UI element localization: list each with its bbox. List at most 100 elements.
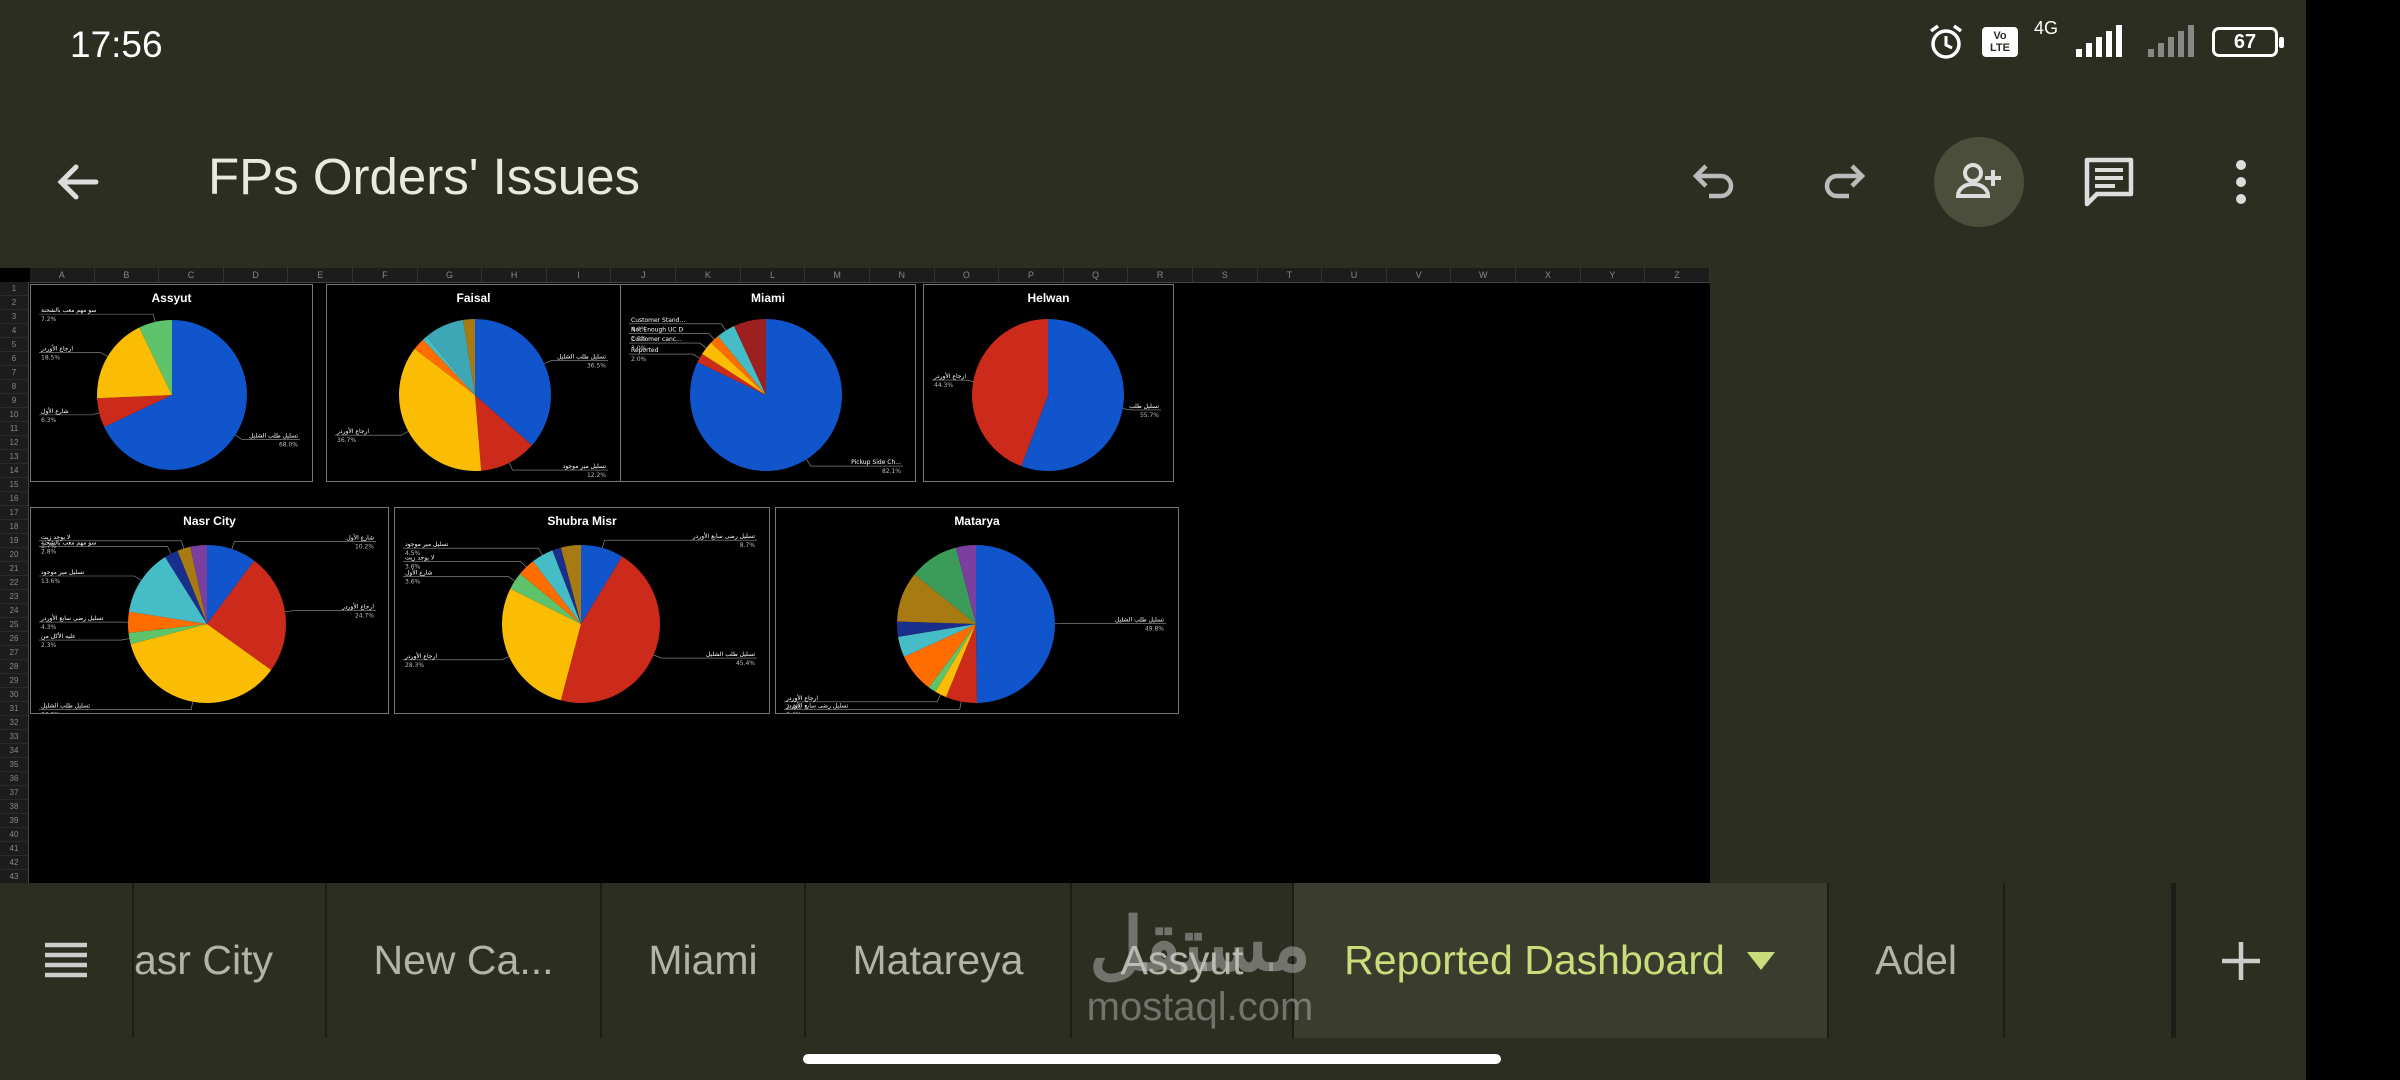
row-header[interactable]: 26 [0,632,28,646]
column-header[interactable]: X [1516,268,1581,282]
column-header[interactable]: M [805,268,870,282]
row-header[interactable]: 22 [0,576,28,590]
home-gesture-bar[interactable] [803,1054,1501,1064]
row-header[interactable]: 11 [0,422,28,436]
chart-assyut[interactable]: Assyut تسليل طلب الشليل 68.0% شارع الأول 6.… [30,284,313,482]
document-title[interactable]: FPs Orders' Issues [208,147,640,206]
column-header[interactable]: N [870,268,935,282]
row-header[interactable]: 6 [0,352,28,366]
column-header[interactable]: Z [1645,268,1710,282]
tab-miami[interactable]: Miami [602,883,806,1038]
row-header[interactable]: 19 [0,534,28,548]
column-header[interactable]: Y [1581,268,1646,282]
tab-new-cairo[interactable]: New Ca... [327,883,602,1038]
row-header[interactable]: 23 [0,590,28,604]
undo-button[interactable] [1668,137,1758,227]
add-sheet-button[interactable] [2173,883,2306,1038]
row-header[interactable]: 5 [0,338,28,352]
tab-adel[interactable]: Adel [1829,883,2005,1038]
tab-nasr-city[interactable]: asr City [134,883,327,1038]
chart-miami[interactable]: Miami Pickup Side Ch... 82.1% Reported 2.0%… [620,284,916,482]
row-header[interactable]: 28 [0,660,28,674]
column-header[interactable]: T [1258,268,1323,282]
column-header[interactable]: S [1193,268,1258,282]
row-header[interactable]: 33 [0,730,28,744]
row-header[interactable]: 16 [0,492,28,506]
row-header[interactable]: 9 [0,394,28,408]
column-header[interactable]: B [95,268,160,282]
row-header[interactable]: 27 [0,646,28,660]
dropdown-arrow-icon[interactable] [1745,950,1777,972]
row-header[interactable]: 13 [0,450,28,464]
row-header[interactable]: 20 [0,548,28,562]
row-header[interactable]: 38 [0,800,28,814]
column-header[interactable]: R [1128,268,1193,282]
column-header[interactable]: F [353,268,418,282]
all-sheets-button[interactable] [0,883,134,1038]
redo-button[interactable] [1800,137,1890,227]
row-header[interactable]: 42 [0,856,28,870]
column-header[interactable]: J [611,268,677,282]
column-header[interactable]: C [159,268,224,282]
slice-label: Pickup Side Ch... [851,459,901,466]
row-header[interactable]: 3 [0,310,28,324]
tab-matareya[interactable]: Matareya [806,883,1072,1038]
column-header[interactable]: L [741,268,806,282]
row-header[interactable]: 10 [0,408,28,422]
chart-shubra-misr[interactable]: Shubra Misr تسليل رضى سابع الأوردر 8.7% تس… [394,507,770,714]
battery-level: 67 [2233,31,2257,53]
row-header[interactable]: 39 [0,814,28,828]
slice-label: تسليل مير موجود [41,569,85,576]
pie-chart-shubra-misr: تسليل رضى سابع الأوردر 8.7% تسليل طلب الشل… [403,532,757,703]
row-header[interactable]: 36 [0,772,28,786]
row-header[interactable]: 31 [0,702,28,716]
share-button[interactable] [1934,137,2024,227]
row-header[interactable]: 17 [0,506,28,520]
row-header[interactable]: 41 [0,842,28,856]
row-header[interactable]: 4 [0,324,28,338]
row-header[interactable]: 30 [0,688,28,702]
row-header[interactable]: 7 [0,366,28,380]
comments-button[interactable] [2064,137,2154,227]
row-header[interactable]: 14 [0,464,28,478]
row-header[interactable]: 43 [0,870,28,883]
row-header[interactable]: 12 [0,436,28,450]
row-header[interactable]: 40 [0,828,28,842]
row-header[interactable]: 37 [0,786,28,800]
column-header[interactable]: U [1322,268,1387,282]
row-header[interactable]: 24 [0,604,28,618]
row-header[interactable]: 29 [0,674,28,688]
column-header[interactable]: V [1387,268,1452,282]
column-header[interactable]: I [547,268,612,282]
column-header[interactable]: D [224,268,289,282]
row-header[interactable]: 32 [0,716,28,730]
row-header[interactable]: 18 [0,520,28,534]
row-header[interactable]: 21 [0,562,28,576]
chart-matarya[interactable]: Matarya تسليل طلب الشليل 49.8% تسليل رضى س… [775,507,1179,714]
column-header[interactable]: O [935,268,1000,282]
column-header[interactable]: G [418,268,483,282]
tab-reported-dashboard[interactable]: Reported Dashboard [1294,883,1829,1038]
chart-nasr-city[interactable]: Nasr City شارع الأول 10.2% ارجاع الأوردر 24… [30,507,389,714]
column-header[interactable]: E [288,268,354,282]
app-toolbar: FPs Orders' Issues [0,95,2306,268]
row-header[interactable]: 34 [0,744,28,758]
column-header[interactable]: A [30,268,95,282]
column-header[interactable]: Q [1064,268,1129,282]
row-header[interactable]: 1 [0,282,28,296]
row-header[interactable]: 8 [0,380,28,394]
back-button[interactable] [32,137,122,227]
column-header[interactable]: H [482,268,547,282]
more-options-button[interactable] [2196,137,2286,227]
chart-faisal[interactable]: Faisal تسليل طلب الشليل 36.5% تسليل مير مو… [326,284,621,482]
column-header[interactable]: W [1451,268,1517,282]
row-header[interactable]: 25 [0,618,28,632]
chart-helwan[interactable]: Helwan تسليل طلب 55.7% ارجاع الأوردر 44.3% [923,284,1174,482]
row-header[interactable]: 15 [0,478,28,492]
row-header[interactable]: 35 [0,758,28,772]
row-header[interactable]: 2 [0,296,28,310]
slice-label: ارجاع الأوردر [933,372,966,380]
sheet-grid[interactable]: ABCDEFGHIJKLMNOPQRSTUVWXYZ 1 2 3 4 5 6 7 8 9 10 11… [0,268,1710,883]
column-header[interactable]: K [676,268,741,282]
column-header[interactable]: P [999,268,1064,282]
